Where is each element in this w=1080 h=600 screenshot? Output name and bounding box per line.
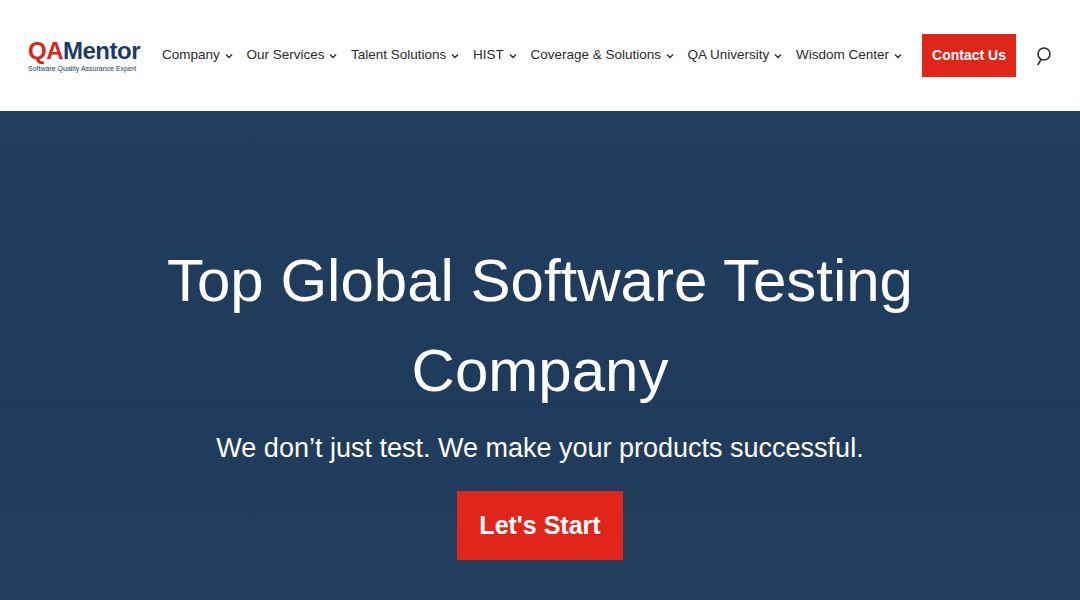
chevron-down-icon[interactable]	[329, 52, 337, 60]
nav-item[interactable]: Talent Solutions	[351, 45, 459, 65]
search-icon[interactable]	[1034, 46, 1054, 66]
nav-item[interactable]: QA University	[688, 45, 783, 65]
nav-item[interactable]: Our Services	[246, 45, 337, 65]
chevron-down-icon[interactable]	[451, 52, 459, 60]
chevron-down-icon[interactable]	[666, 52, 674, 60]
logo-tagline: Software Quality Assurance Expert	[28, 65, 150, 72]
nav-label: Our Services	[246, 45, 324, 65]
nav-label: Talent Solutions	[351, 45, 446, 65]
chevron-down-icon[interactable]	[894, 52, 902, 60]
hero-subtitle: We don’t just test. We make your product…	[0, 428, 1080, 469]
nav-label: QA University	[688, 45, 770, 65]
chevron-down-icon[interactable]	[509, 52, 517, 60]
main-nav: Company Our Services Talent Solutions HIST C…	[162, 45, 902, 65]
hero-section: Top Global Software Testing Company We d…	[0, 111, 1080, 600]
logo-name: Mentor	[63, 37, 140, 64]
logo-mark: QA	[28, 37, 63, 64]
nav-item[interactable]: Wisdom Center	[796, 45, 902, 65]
contact-button[interactable]: Contact Us	[922, 34, 1016, 77]
hero-title: Top Global Software Testing Company	[100, 236, 980, 416]
nav-label: Company	[162, 45, 220, 65]
nav-item[interactable]: Coverage & Solutions	[530, 45, 674, 65]
chevron-down-icon[interactable]	[225, 52, 233, 60]
nav-label: HIST	[473, 45, 504, 65]
nav-item[interactable]: HIST	[473, 45, 517, 65]
nav-label: Coverage & Solutions	[530, 45, 661, 65]
nav-item[interactable]: Company	[162, 45, 233, 65]
chevron-down-icon[interactable]	[774, 52, 782, 60]
site-header: QAMentor Software Quality Assurance Expe…	[0, 0, 1080, 111]
logo[interactable]: QAMentor Software Quality Assurance Expe…	[28, 39, 150, 72]
start-button[interactable]: Let's Start	[457, 491, 622, 561]
nav-label: Wisdom Center	[796, 45, 889, 65]
